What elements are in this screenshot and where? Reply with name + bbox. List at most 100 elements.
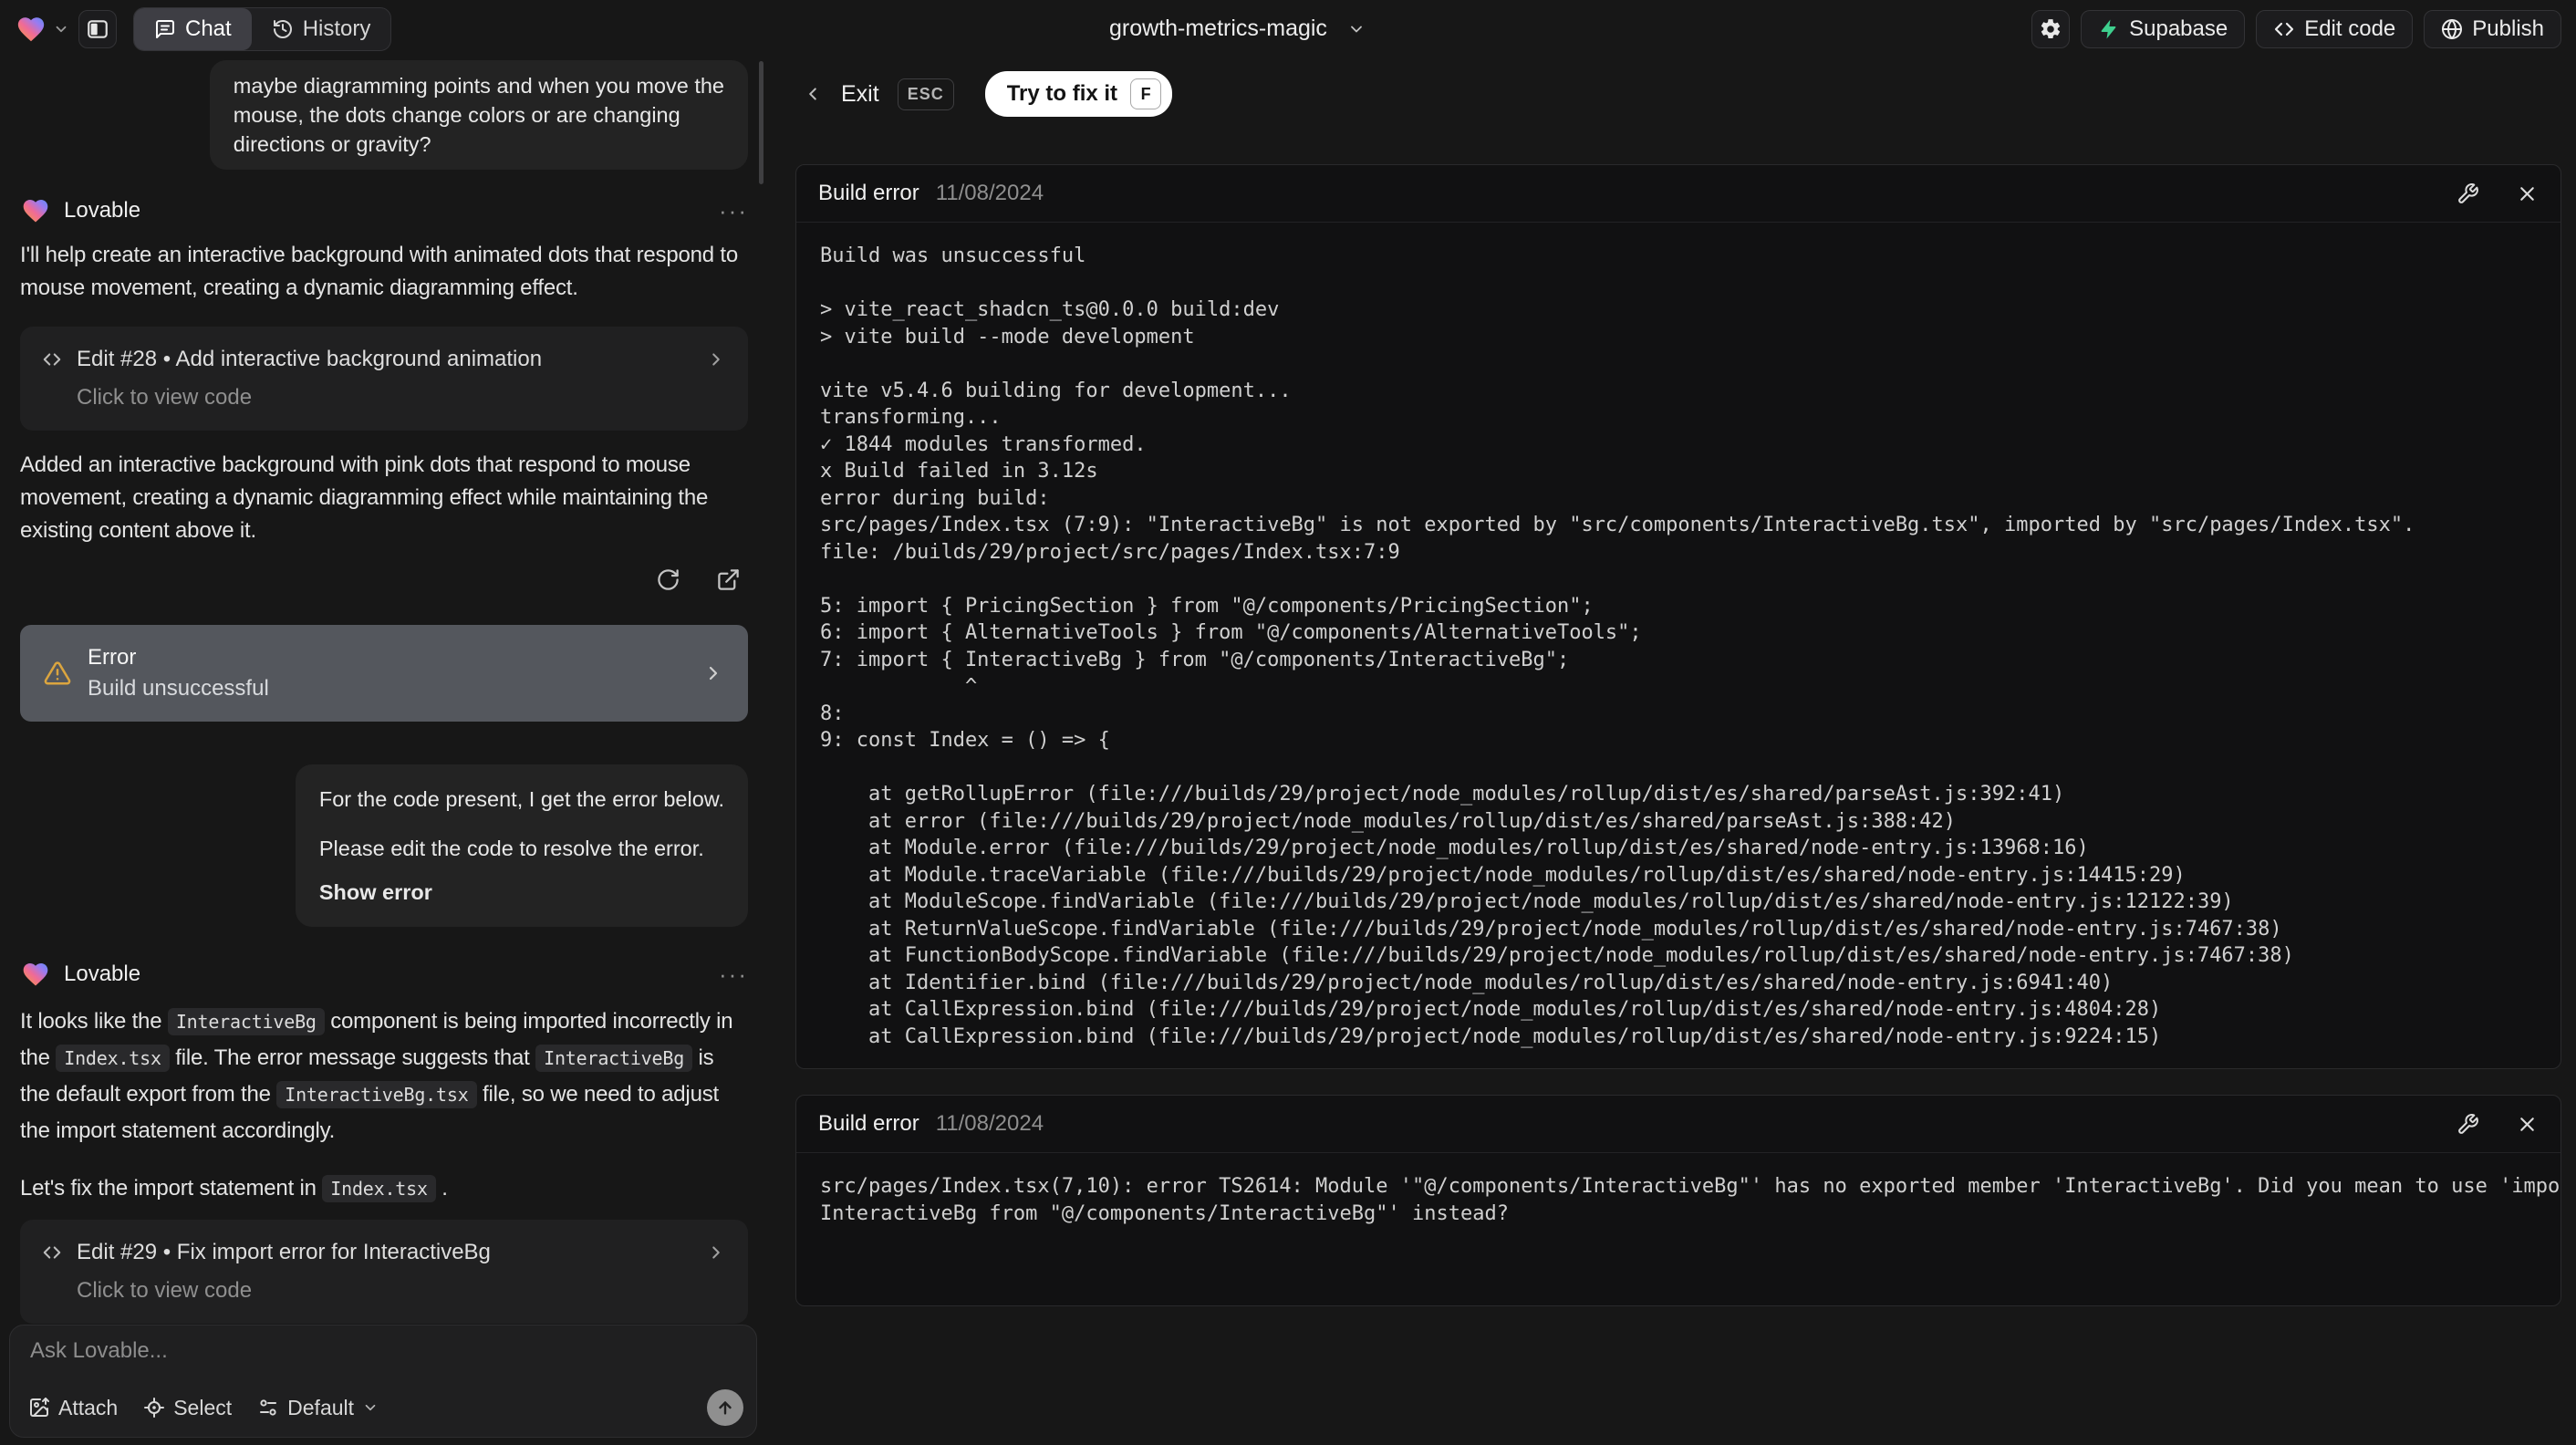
chat-scrollbar[interactable] <box>759 61 763 184</box>
publish-button[interactable]: Publish <box>2424 9 2561 48</box>
chat-history-switch: Chat History <box>133 6 392 51</box>
sliders-icon <box>257 1397 279 1419</box>
attach-label: Attach <box>58 1395 119 1419</box>
code-brackets-icon <box>42 349 62 369</box>
build-error-panel-1: Build error 11/08/2024 Build was unsucce… <box>795 164 2561 1069</box>
esc-key-badge: ESC <box>897 78 954 110</box>
wrench-icon[interactable] <box>2457 182 2479 205</box>
supabase-label: Supabase <box>2129 16 2228 41</box>
supabase-bolt-icon <box>2098 18 2120 40</box>
topbar: Chat History growth-metrics-magic Supaba… <box>0 0 2576 57</box>
text-fragment: Let's fix the import statement in <box>20 1176 323 1201</box>
chevron-left-icon <box>803 84 823 104</box>
edit-card-row: Edit #29 • Fix import error for Interact… <box>42 1240 726 1265</box>
arrow-up-icon <box>715 1398 735 1418</box>
lovable-app: Chat History growth-metrics-magic Supaba… <box>0 0 2576 1445</box>
error-card-title: Error <box>88 645 137 670</box>
build-error-panel-2: Build error 11/08/2024 src/pages/Index.t… <box>795 1095 2561 1306</box>
project-name: growth-metrics-magic <box>1109 16 1327 41</box>
chevron-down-icon <box>362 1399 379 1416</box>
assistant-fix-note: Let's fix the import statement in Index.… <box>20 1172 748 1205</box>
text-fragment: . <box>435 1176 448 1201</box>
lovable-heart-icon <box>20 960 51 989</box>
history-clock-icon <box>272 18 294 40</box>
wrench-icon[interactable] <box>2457 1113 2479 1136</box>
lovable-heart-icon <box>15 14 47 45</box>
chevron-right-icon <box>706 1242 726 1263</box>
mode-label: Default <box>287 1395 355 1419</box>
try-to-fix-label: Try to fix it <box>1006 81 1118 106</box>
assistant-diagnosis: It looks like the InteractiveBg componen… <box>20 1003 748 1149</box>
user-message: maybe diagramming points and when you mo… <box>209 60 748 170</box>
error-panel-title: Build error <box>818 181 919 205</box>
error-panel-date: 11/08/2024 <box>935 1111 1044 1136</box>
close-icon[interactable] <box>2516 1113 2539 1136</box>
message-menu-button[interactable]: ··· <box>719 962 748 986</box>
edit-card-title: Edit #29 • Fix import error for Interact… <box>77 1240 491 1264</box>
edit-card-29[interactable]: Edit #29 • Fix import error for Interact… <box>20 1220 748 1324</box>
toggle-sidebar-button[interactable] <box>78 9 117 48</box>
chat-panel: maybe diagramming points and when you mo… <box>0 57 766 1445</box>
logo-chevron-down-icon <box>53 21 69 37</box>
send-button[interactable] <box>707 1389 743 1426</box>
tab-chat-label: Chat <box>185 16 232 41</box>
error-panel-header: Build error 11/08/2024 <box>796 165 2560 223</box>
supabase-button[interactable]: Supabase <box>2081 9 2246 48</box>
edit-card-subtitle: Click to view code <box>77 1278 253 1303</box>
inline-code: Index.tsx <box>56 1045 170 1072</box>
image-attach-icon <box>28 1397 50 1419</box>
error-panel-title: Build error <box>818 1111 919 1136</box>
attach-button[interactable]: Attach <box>28 1396 118 1420</box>
tab-history[interactable]: History <box>252 8 391 50</box>
settings-button[interactable] <box>2031 9 2071 48</box>
error-card-subtitle: Build unsuccessful <box>88 676 269 701</box>
assistant-name: Lovable <box>64 198 141 223</box>
user-error-line1: For the code present, I get the error be… <box>318 787 724 811</box>
topbar-left: Chat History <box>15 6 392 51</box>
chevron-right-icon <box>702 662 724 684</box>
tab-history-label: History <box>302 16 371 41</box>
inline-code: InteractiveBg.tsx <box>276 1081 477 1108</box>
project-switcher[interactable]: growth-metrics-magic <box>1109 0 1366 57</box>
code-brackets-icon <box>2273 18 2295 40</box>
error-panel-actions <box>2457 1113 2539 1136</box>
globe-icon <box>2441 18 2463 40</box>
edit-code-button[interactable]: Edit code <box>2256 9 2414 48</box>
show-error-link[interactable]: Show error <box>319 878 724 907</box>
gear-icon <box>2039 17 2062 41</box>
error-panel-actions <box>2457 182 2539 205</box>
chevron-right-icon <box>706 349 726 369</box>
assistant-name: Lovable <box>64 962 141 986</box>
fix-error-panel: Exit ESC Try to fix it F Build error 11/… <box>774 57 2576 1445</box>
tab-chat[interactable]: Chat <box>134 7 252 50</box>
error-panel-header: Build error 11/08/2024 <box>796 1096 2560 1153</box>
edit-card-title: Edit #28 • Add interactive background an… <box>77 347 543 371</box>
open-external-icon[interactable] <box>710 561 746 598</box>
text-fragment: file. The error message suggests that <box>169 1045 536 1070</box>
build-error-card[interactable]: Error Build unsuccessful <box>20 625 748 722</box>
mode-dropdown[interactable]: Default <box>257 1396 379 1420</box>
edit-card-subtitle: Click to view code <box>77 385 253 410</box>
ask-lovable-input[interactable] <box>28 1336 738 1380</box>
project-chevron-down-icon <box>1347 20 1366 38</box>
text-fragment: It looks like the <box>20 1009 168 1034</box>
restore-icon[interactable] <box>649 561 686 598</box>
lovable-logo-menu[interactable] <box>15 14 69 45</box>
message-menu-button[interactable]: ··· <box>719 199 748 223</box>
select-label: Select <box>173 1395 233 1419</box>
try-to-fix-button[interactable]: Try to fix it F <box>984 71 1173 117</box>
edit-card-28[interactable]: Edit #28 • Add interactive background an… <box>20 327 748 431</box>
message-actions <box>649 561 746 598</box>
target-select-icon <box>143 1397 165 1419</box>
select-button[interactable]: Select <box>143 1396 232 1420</box>
error-panel-date: 11/08/2024 <box>935 181 1044 205</box>
assistant-header: Lovable ··· <box>20 196 748 225</box>
f-key-badge: F <box>1130 78 1162 109</box>
publish-label: Publish <box>2472 16 2544 41</box>
chat-bubble-icon <box>154 18 176 40</box>
close-icon[interactable] <box>2516 182 2539 205</box>
composer: Attach Select Defa <box>9 1325 757 1438</box>
build-log: Build was unsuccessful > vite_react_shad… <box>820 244 2415 1048</box>
inline-code: Index.tsx <box>322 1175 436 1202</box>
exit-button[interactable]: Exit <box>841 81 879 108</box>
